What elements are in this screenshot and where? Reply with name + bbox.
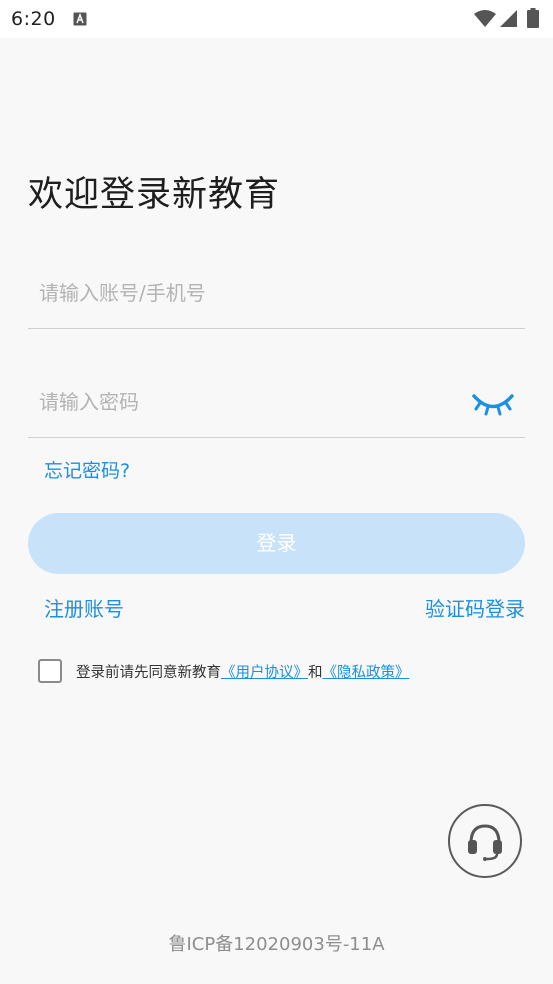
register-link[interactable]: 注册账号	[44, 593, 124, 622]
password-field-row	[28, 382, 525, 438]
agreement-row: 登录前请先同意新教育《用户协议》和《隐私政策》	[38, 657, 410, 685]
cell-signal-icon	[500, 10, 517, 27]
agree-checkbox[interactable]	[38, 659, 62, 683]
password-input[interactable]	[28, 382, 459, 422]
status-time: 6:20	[11, 8, 56, 30]
a-notification-icon	[73, 12, 87, 26]
battery-icon	[527, 8, 539, 28]
agreement-conjunction: 和	[308, 664, 323, 681]
eye-closed-icon[interactable]	[471, 387, 515, 417]
forgot-password-link[interactable]: 忘记密码?	[44, 456, 130, 483]
user-agreement-link[interactable]: 《用户协议》	[221, 665, 308, 681]
page-title: 欢迎登录新教育	[28, 175, 281, 215]
status-bar: 6:20	[0, 0, 553, 38]
account-field-row	[28, 273, 525, 329]
agreement-prefix: 登录前请先同意新教育	[76, 664, 221, 681]
privacy-policy-link[interactable]: 《隐私政策》	[323, 665, 410, 681]
agreement-text: 登录前请先同意新教育《用户协议》和《隐私政策》	[76, 661, 410, 682]
account-input[interactable]	[28, 273, 459, 313]
icp-number: 鲁ICP备12020903号-11A	[168, 934, 385, 955]
login-button[interactable]: 登录	[28, 513, 525, 574]
customer-service-button[interactable]	[448, 804, 522, 878]
wifi-icon	[474, 10, 496, 27]
sms-login-link[interactable]: 验证码登录	[425, 593, 525, 622]
headset-icon	[468, 824, 502, 861]
